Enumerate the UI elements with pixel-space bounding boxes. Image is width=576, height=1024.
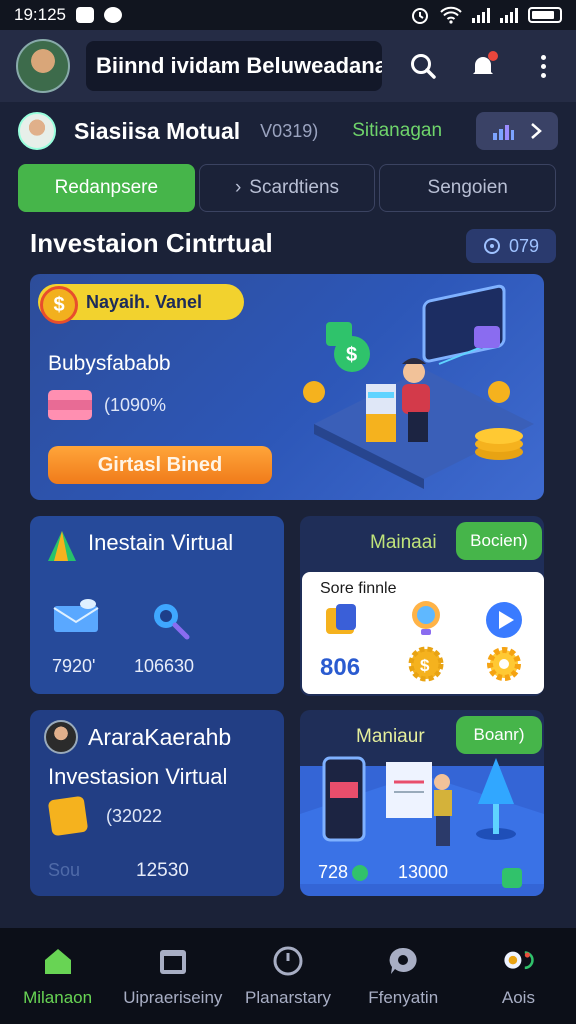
tab-redanpsere[interactable]: Redanpsere [18, 164, 195, 212]
nav-label: Ffenyatin [368, 988, 439, 1007]
home-icon [41, 944, 75, 978]
nav-item-calendar[interactable]: Uipraeriseiny [115, 928, 230, 1024]
card-pill-button[interactable]: Boanr) [456, 716, 542, 754]
card-header: AraraKaerahb [44, 720, 231, 754]
nav-item-clock[interactable]: Planarstary [230, 928, 345, 1024]
nav-item-chat[interactable]: Ffenyatin [346, 928, 461, 1024]
card-faded-label: Sou [48, 860, 81, 880]
calendar-icon [156, 944, 190, 978]
signal-icon [472, 7, 490, 23]
stats-button[interactable] [476, 112, 558, 150]
mail-icon [53, 599, 99, 632]
panel-number: 806 [320, 654, 361, 681]
card-value-2: 106630 [134, 656, 195, 676]
nav-item-alerts[interactable]: Aois [461, 928, 576, 1024]
nav-label: Milanaon [23, 988, 93, 1007]
app-title[interactable]: Biinnd ividam Beluweadana [86, 41, 382, 91]
chevron-right-icon: › [234, 177, 242, 198]
nav-item-home[interactable]: Milanaon [0, 928, 115, 1024]
bar-chart-icon [493, 125, 514, 140]
more-menu-button[interactable] [526, 49, 560, 83]
notification-app-icon-2 [104, 7, 122, 23]
bulb-icon [412, 601, 440, 635]
stack-icon [48, 390, 92, 420]
chevron-right-icon [531, 123, 542, 139]
wifi-icon [440, 6, 462, 24]
app-bar: Biinnd ividam Beluweadana [0, 30, 576, 102]
hero-subtitle: Bubysfababb [48, 352, 171, 375]
profile-avatar[interactable] [18, 112, 56, 150]
notification-app-icon [76, 7, 94, 23]
card-code: (32022 [106, 806, 163, 826]
signal-icon-2 [500, 7, 518, 23]
user-avatar[interactable] [16, 39, 70, 93]
profile-name: Siasiisa Motual [74, 117, 241, 144]
card-title: AraraKaerahb [88, 723, 232, 750]
card-value-1-text: 728 [318, 862, 349, 882]
card-value: 12530 [136, 860, 189, 881]
dollar-coin-icon: $ [40, 286, 78, 324]
bottom-nav: Milanaon Uipraeriseiny Planarstary Ffeny… [0, 928, 576, 1024]
gear-coin-icon: $ [408, 646, 444, 682]
tab-label: Redanpsere [54, 177, 159, 198]
section-badge[interactable]: 079 [466, 229, 556, 263]
search-icon [411, 54, 436, 79]
search-gear-icon [154, 604, 190, 640]
profile-code: V0319) [260, 120, 319, 141]
search-button[interactable] [406, 49, 440, 83]
person-avatar [44, 720, 78, 754]
section-badge-value: 079 [508, 235, 540, 256]
svg-text:$: $ [420, 656, 430, 675]
investment-card-2[interactable]: Mainaai Bocien) Sore finnle 806 $ [300, 516, 544, 696]
tab-sengoien[interactable]: Sengoien [379, 164, 557, 212]
card-pill-button[interactable]: Bocien) [456, 522, 542, 560]
notification-dot [488, 51, 498, 61]
card-title: Maniaur [356, 726, 425, 747]
status-time: 19:125 [14, 5, 66, 24]
gold-icon [47, 795, 89, 837]
score-panel: Sore finnle 806 $ [302, 572, 544, 694]
profile-row: Siasiisa Motual V0319) Sitianagan [0, 104, 576, 158]
alarm-icon [412, 8, 428, 24]
clock-icon [483, 238, 500, 254]
coin-icon [352, 864, 369, 881]
nav-label: Uipraeriseiny [123, 988, 223, 1007]
investment-card-4[interactable]: Maniaur Boanr) 728 13000 [300, 710, 544, 896]
card-subtitle: Investasion Virtual [48, 764, 228, 789]
battery-icon [528, 7, 562, 23]
tab-label: Sengoien [427, 177, 508, 198]
card-value-1: 7920' [52, 656, 96, 676]
notifications-button[interactable] [466, 49, 500, 83]
chat-icon [386, 944, 420, 978]
gear-icon [487, 647, 521, 681]
card-value-1: 728 [318, 862, 369, 883]
alert-icon [501, 944, 535, 978]
card-value-2: 13000 [398, 862, 449, 882]
wallet-icon [326, 604, 356, 634]
card-title: Mainaai [370, 532, 437, 553]
svg-text:$: $ [346, 344, 357, 366]
tab-bar: Redanpsere › Scardtiens Sengoien [18, 164, 557, 212]
tab-scardtiens[interactable]: › Scardtiens [198, 164, 376, 212]
panel-label: Sore finnle [320, 580, 397, 597]
hero-cta-button[interactable]: Girtasl Bined [48, 446, 272, 484]
investor-illustration: $ [303, 284, 534, 489]
hero-card[interactable]: Nayaih. Vanel $ Bubysfababb (1090% Girta… [30, 274, 544, 500]
hero-rate: (1090% [104, 394, 167, 415]
play-icon [486, 602, 522, 638]
hero-rate-row: (1090% [48, 390, 166, 420]
nav-label: Planarstary [245, 988, 331, 1007]
profile-status: Sitianagan [352, 120, 443, 141]
nav-label: Aois [501, 988, 535, 1007]
clock-icon [271, 944, 305, 978]
card-title: Inestain Virtual [88, 530, 234, 555]
brand-icon [48, 531, 76, 561]
section-title: Investaion Cintrtual [30, 228, 273, 258]
investment-card-1[interactable]: Inestain Virtual 7920' 106630 [30, 516, 284, 694]
investment-card-3[interactable]: AraraKaerahb Investasion Virtual (32022 … [30, 710, 284, 896]
tab-label: Scardtiens [249, 177, 340, 198]
status-bar: 19:125 [0, 0, 576, 30]
